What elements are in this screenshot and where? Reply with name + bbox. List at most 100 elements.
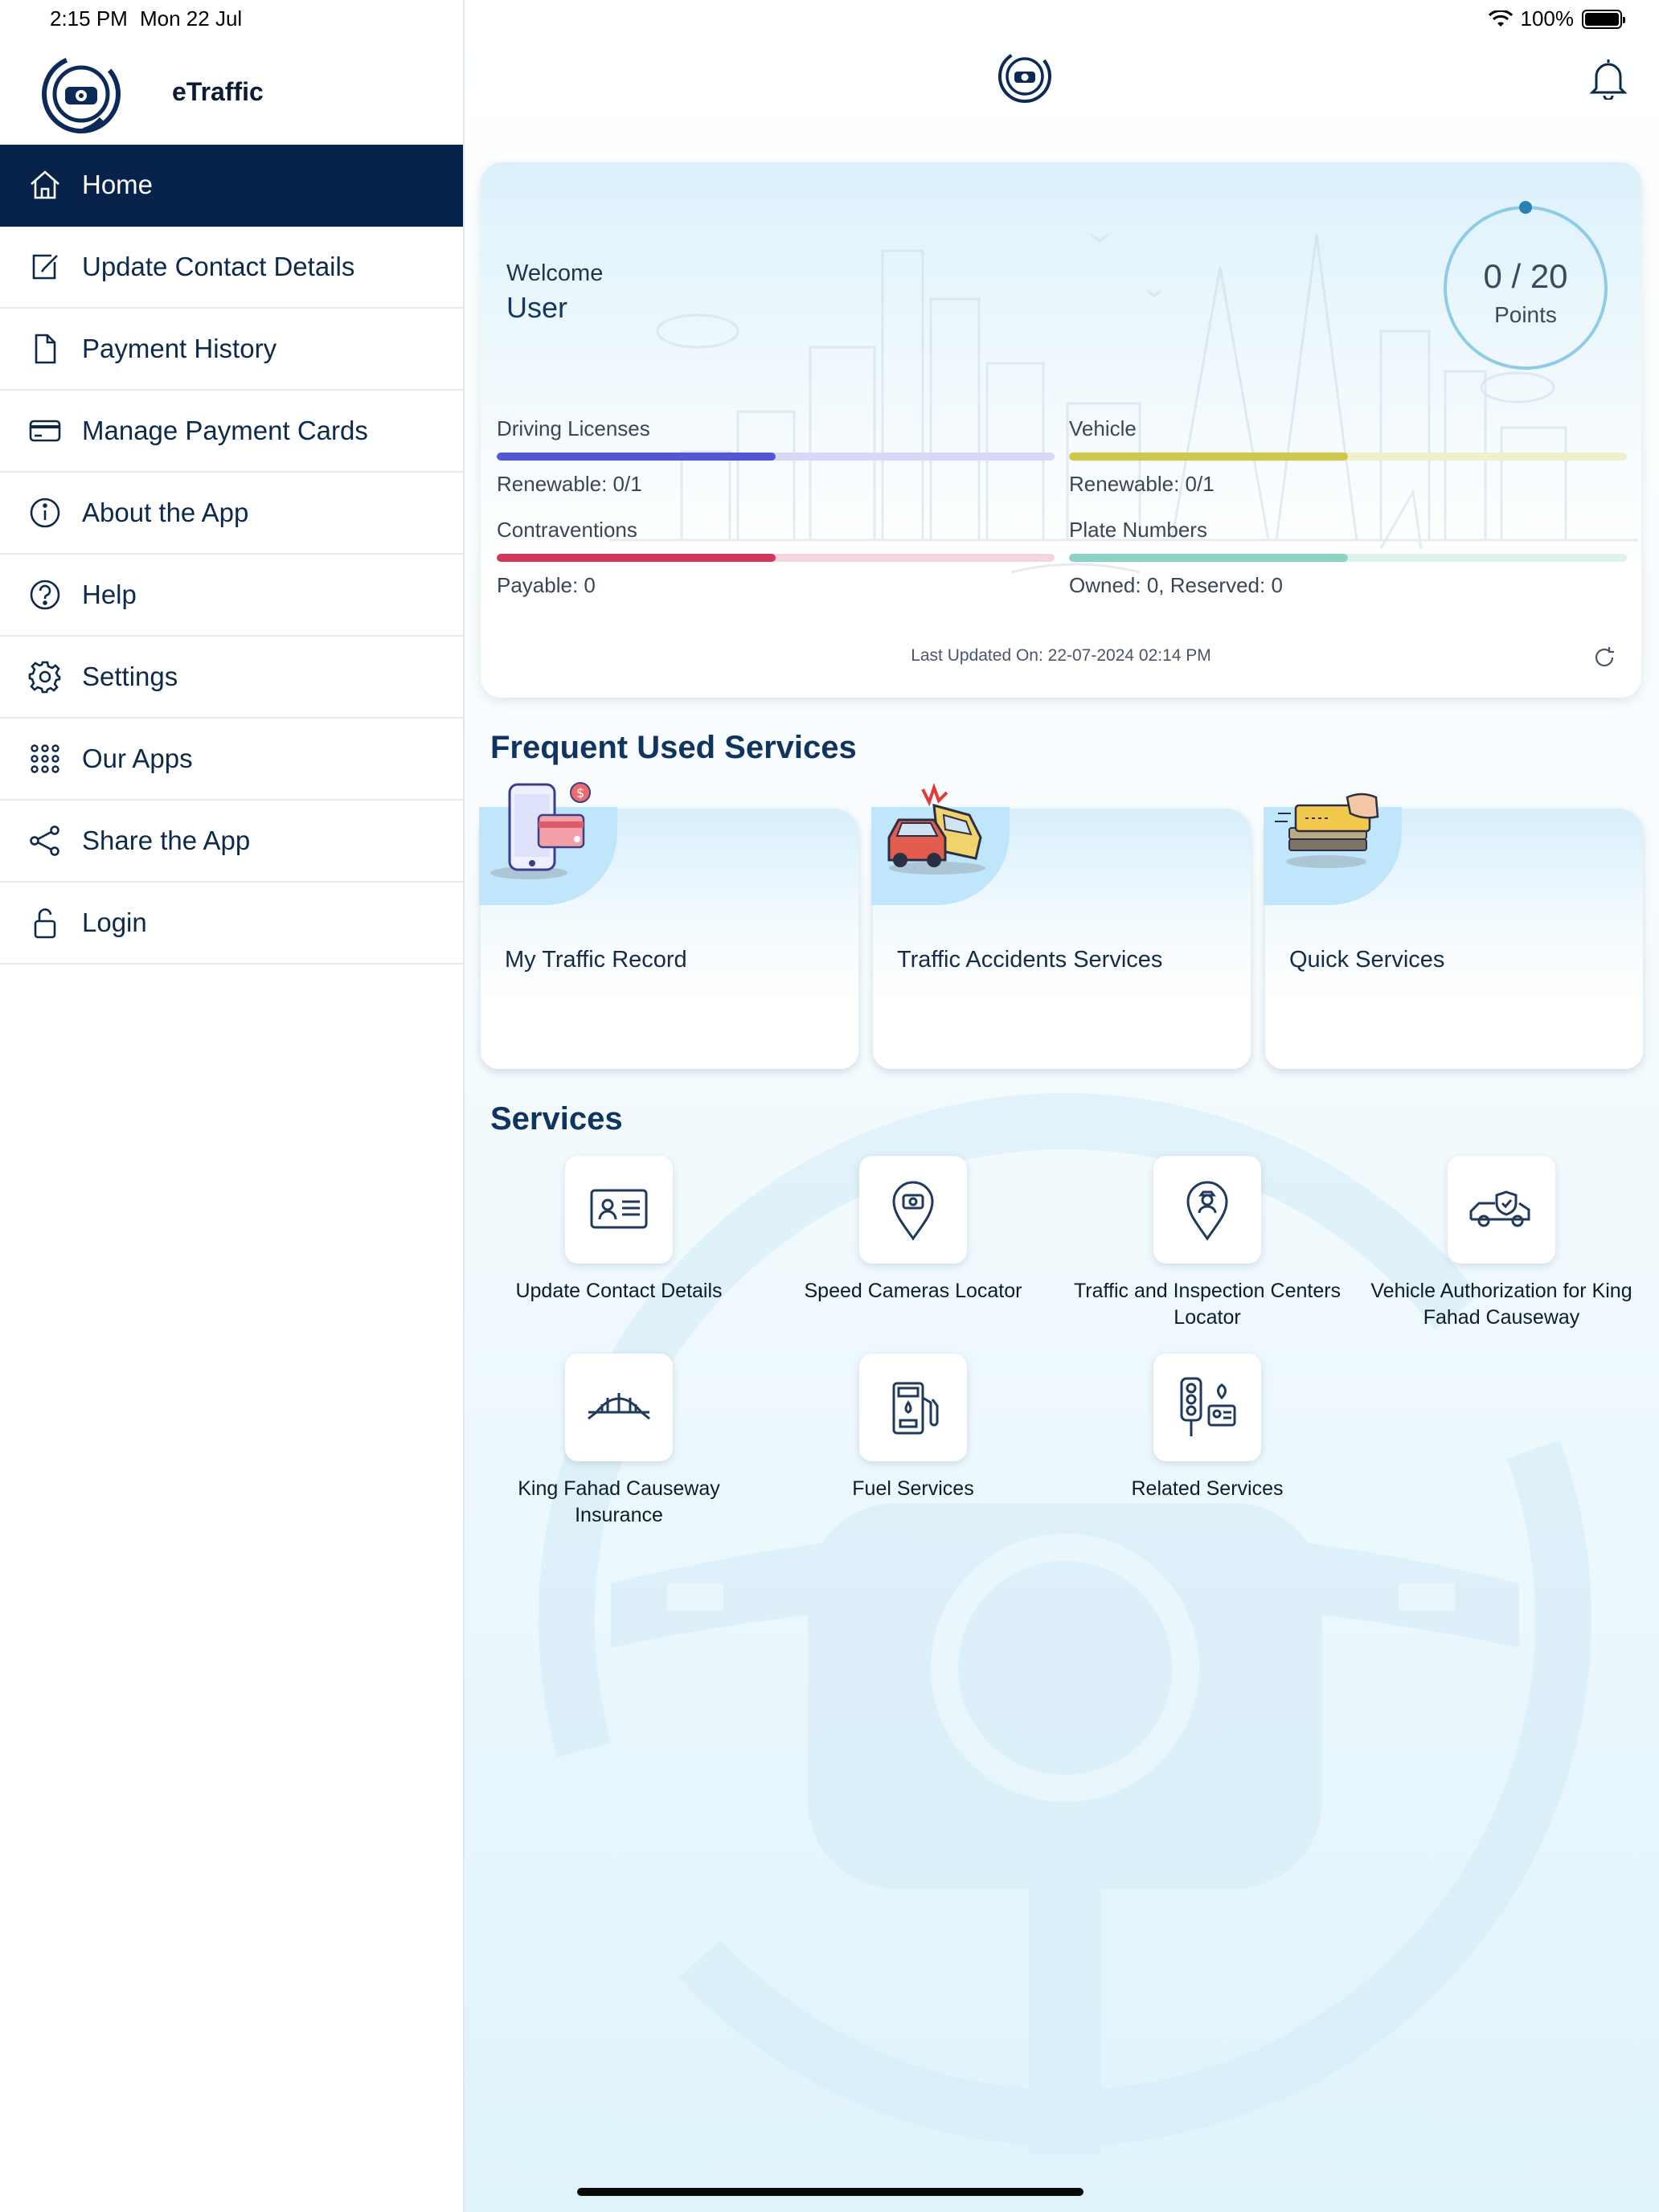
header-logo-icon xyxy=(998,50,1051,103)
progress-bar xyxy=(1069,453,1627,461)
progress-bar xyxy=(497,554,1055,562)
sidebar-item-about-the-app[interactable]: About the App xyxy=(0,473,463,555)
sidebar-item-our-apps[interactable]: Our Apps xyxy=(0,719,463,801)
service-tile xyxy=(565,1156,673,1264)
last-updated-text: Last Updated On: 22-07-2024 02:14 PM xyxy=(911,646,1211,665)
stat-subtitle: Renewable: 0/1 xyxy=(497,472,642,496)
sidebar-item-share-the-app[interactable]: Share the App xyxy=(0,801,463,883)
wifi-icon xyxy=(1488,10,1513,27)
unlock-icon xyxy=(26,903,64,942)
progress-bar xyxy=(1069,554,1627,562)
sidebar-menu: Home Update Contact Details Payment Hist… xyxy=(0,145,463,965)
edit-icon xyxy=(26,248,64,286)
sidebar-item-manage-payment-cards[interactable]: Manage Payment Cards xyxy=(0,391,463,473)
stat-title: Driving Licenses xyxy=(497,416,650,440)
service-traffic-inspection-centers-locator[interactable]: Traffic and Inspection Centers Locator xyxy=(1063,1156,1352,1331)
sidebar-item-label: About the App xyxy=(82,498,249,527)
progress-fill xyxy=(1069,554,1348,562)
fuel-pump-icon xyxy=(892,1382,939,1435)
stat-driving-licenses[interactable]: Driving Licenses Renewable: 0/1 xyxy=(497,416,1055,497)
sidebar-item-label: Login xyxy=(82,907,147,937)
service-label: Speed Cameras Locator xyxy=(804,1280,1022,1302)
refresh-icon[interactable] xyxy=(1591,645,1617,670)
status-date: Mon 22 Jul xyxy=(140,6,243,31)
home-indicator[interactable] xyxy=(577,2188,1083,2196)
frequent-card-quick-services[interactable]: Quick Services xyxy=(1264,793,1643,1069)
frequent-services-title: Frequent Used Services xyxy=(490,730,857,765)
help-icon xyxy=(26,576,64,614)
service-tile xyxy=(859,1354,967,1461)
sidebar-item-settings[interactable]: Settings xyxy=(0,637,463,719)
service-related-services[interactable]: Related Services xyxy=(1063,1354,1352,1502)
points-value: 0 / 20 xyxy=(1483,257,1568,295)
service-label: Fuel Services xyxy=(852,1477,974,1500)
service-speed-cameras-locator[interactable]: Speed Cameras Locator xyxy=(768,1156,1058,1305)
stat-plate-numbers[interactable]: Plate Numbers Owned: 0, Reserved: 0 xyxy=(1069,518,1627,598)
service-tile xyxy=(1153,1354,1261,1461)
stat-contraventions[interactable]: Contraventions Payable: 0 xyxy=(497,518,1055,598)
stat-title: Contraventions xyxy=(497,518,637,542)
sidebar-item-label: Share the App xyxy=(82,825,251,855)
status-bar: 2:15 PM Mon 22 Jul 100% xyxy=(0,0,1659,39)
sidebar-header: eTraffic xyxy=(0,39,463,145)
sidebar-item-label: Payment History xyxy=(82,334,277,363)
service-fuel-services[interactable]: Fuel Services xyxy=(768,1354,1058,1502)
sidebar-item-help[interactable]: Help xyxy=(0,555,463,637)
service-label: Vehicle Authorization for King Fahad Cau… xyxy=(1370,1280,1632,1329)
service-tile xyxy=(1448,1156,1555,1264)
id-card-icon xyxy=(590,1189,648,1229)
sidebar-item-label: Update Contact Details xyxy=(82,252,355,281)
status-time: 2:15 PM xyxy=(50,6,128,31)
frequent-card-label: My Traffic Record xyxy=(505,947,687,973)
camera-pin-icon xyxy=(892,1181,934,1241)
sidebar: eTraffic Home Update Contact Details Pay… xyxy=(0,0,465,2212)
bridge-icon xyxy=(588,1393,650,1420)
service-tile xyxy=(859,1156,967,1264)
service-label: Traffic and Inspection Centers Locator xyxy=(1073,1280,1342,1329)
welcome-user-name: User xyxy=(506,291,568,324)
welcome-greeting: Welcome xyxy=(506,260,604,286)
frequent-card-label: Traffic Accidents Services xyxy=(897,947,1163,973)
service-tile xyxy=(565,1354,673,1461)
progress-fill xyxy=(497,554,776,562)
service-tile xyxy=(1153,1156,1261,1264)
service-king-fahad-causeway-insurance[interactable]: King Fahad Causeway Insurance xyxy=(474,1354,764,1529)
app-name: eTraffic xyxy=(172,77,264,106)
phone-payment-illustration: $ xyxy=(490,782,591,879)
progress-bar xyxy=(497,453,1055,461)
service-label: Update Contact Details xyxy=(515,1280,723,1302)
gear-icon xyxy=(26,657,64,696)
stat-vehicle[interactable]: Vehicle Renewable: 0/1 xyxy=(1069,416,1627,497)
welcome-card: Welcome User 0 / 20 Points Driving Licen… xyxy=(481,162,1641,698)
service-update-contact-details[interactable]: Update Contact Details xyxy=(474,1156,764,1305)
app-logo-icon xyxy=(42,55,121,133)
traffic-light-icon xyxy=(1180,1377,1236,1436)
credit-card-icon xyxy=(26,412,64,450)
battery-icon xyxy=(1582,9,1625,29)
car-shield-icon xyxy=(1469,1190,1530,1227)
services-title: Services xyxy=(490,1101,623,1137)
sidebar-item-label: Our Apps xyxy=(82,743,193,773)
document-icon xyxy=(26,330,64,368)
hand-card-illustration xyxy=(1275,793,1379,868)
sidebar-item-label: Home xyxy=(82,170,154,199)
stat-subtitle: Renewable: 0/1 xyxy=(1069,472,1215,496)
notification-bell-icon[interactable] xyxy=(1588,56,1628,100)
sidebar-item-home[interactable]: Home xyxy=(0,145,463,227)
service-vehicle-authorization-causeway[interactable]: Vehicle Authorization for King Fahad Cau… xyxy=(1357,1156,1646,1331)
progress-fill xyxy=(1069,453,1348,461)
apps-grid-icon xyxy=(26,739,64,778)
sidebar-item-update-contact-details[interactable]: Update Contact Details xyxy=(0,227,463,309)
sidebar-item-login[interactable]: Login xyxy=(0,883,463,965)
sidebar-item-payment-history[interactable]: Payment History xyxy=(0,309,463,391)
sidebar-item-label: Settings xyxy=(82,662,178,691)
officer-pin-icon xyxy=(1186,1181,1228,1241)
info-icon xyxy=(26,494,64,532)
frequent-card-my-traffic-record[interactable]: $ My Traffic Record xyxy=(479,782,858,1069)
status-indicators: 100% xyxy=(1488,6,1625,31)
sidebar-item-label: Manage Payment Cards xyxy=(82,416,368,445)
main-content: Welcome User 0 / 20 Points Driving Licen… xyxy=(465,0,1659,2212)
stat-subtitle: Owned: 0, Reserved: 0 xyxy=(1069,573,1283,597)
stat-title: Plate Numbers xyxy=(1069,518,1207,542)
frequent-card-traffic-accidents-services[interactable]: Traffic Accidents Services xyxy=(871,783,1251,1069)
